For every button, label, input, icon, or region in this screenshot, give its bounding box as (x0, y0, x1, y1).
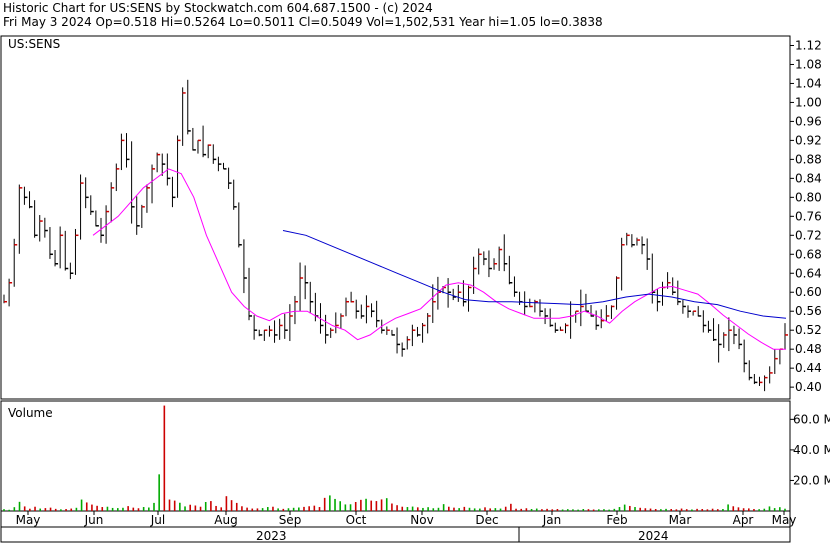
price-tick-label: 0.40 (795, 380, 822, 394)
month-label: Apr (733, 513, 754, 527)
price-tick-label: 0.80 (795, 190, 822, 204)
volume-panel (0, 400, 791, 512)
month-label: Oct (346, 513, 367, 527)
price-tick-label: 0.44 (795, 361, 822, 375)
month-label: Sep (279, 513, 302, 527)
price-tick-label: 0.88 (795, 152, 822, 166)
price-tick-label: 0.84 (795, 171, 822, 185)
month-label: Aug (214, 513, 237, 527)
price-tick-label: 0.64 (795, 266, 822, 280)
volume-tick-label: 20.0 M (793, 473, 830, 487)
price-panel (0, 35, 791, 400)
price-tick-label: 1.00 (795, 95, 822, 109)
month-label: Jun (84, 513, 104, 527)
month-label: Mar (669, 513, 692, 527)
month-label: Dec (475, 513, 498, 527)
price-tick-label: 1.04 (795, 76, 822, 90)
price-tick-label: 0.76 (795, 209, 822, 223)
price-tick-label: 0.56 (795, 304, 822, 318)
volume-tick-label: 60.0 M (793, 412, 830, 426)
month-label: May (16, 513, 41, 527)
price-panel-title: US:SENS (8, 37, 60, 51)
price-tick-label: 0.72 (795, 228, 822, 242)
month-label: Feb (606, 513, 627, 527)
price-tick-label: 0.52 (795, 323, 822, 337)
price-tick-label: 1.08 (795, 57, 822, 71)
price-tick-label: 0.60 (795, 285, 822, 299)
year-label-2023: 2023 (256, 529, 287, 543)
month-label: Nov (410, 513, 433, 527)
year-axis (0, 526, 791, 543)
month-label: Jan (542, 513, 562, 527)
price-tick-label: 0.68 (795, 247, 822, 261)
price-tick-label: 1.12 (795, 38, 822, 52)
month-label: May (772, 513, 797, 527)
stock-chart: US:SENS Volume 2023 2024 1.12 1.08 1.04 1.0… (0, 35, 830, 543)
volume-panel-title: Volume (8, 406, 53, 420)
price-tick-label: 0.48 (795, 342, 822, 356)
year-label-2024: 2024 (638, 529, 669, 543)
price-tick-label: 0.92 (795, 133, 822, 147)
month-label: Jul (150, 513, 165, 527)
price-tick-label: 0.96 (795, 114, 822, 128)
volume-tick-label: 40.0 M (793, 443, 830, 457)
